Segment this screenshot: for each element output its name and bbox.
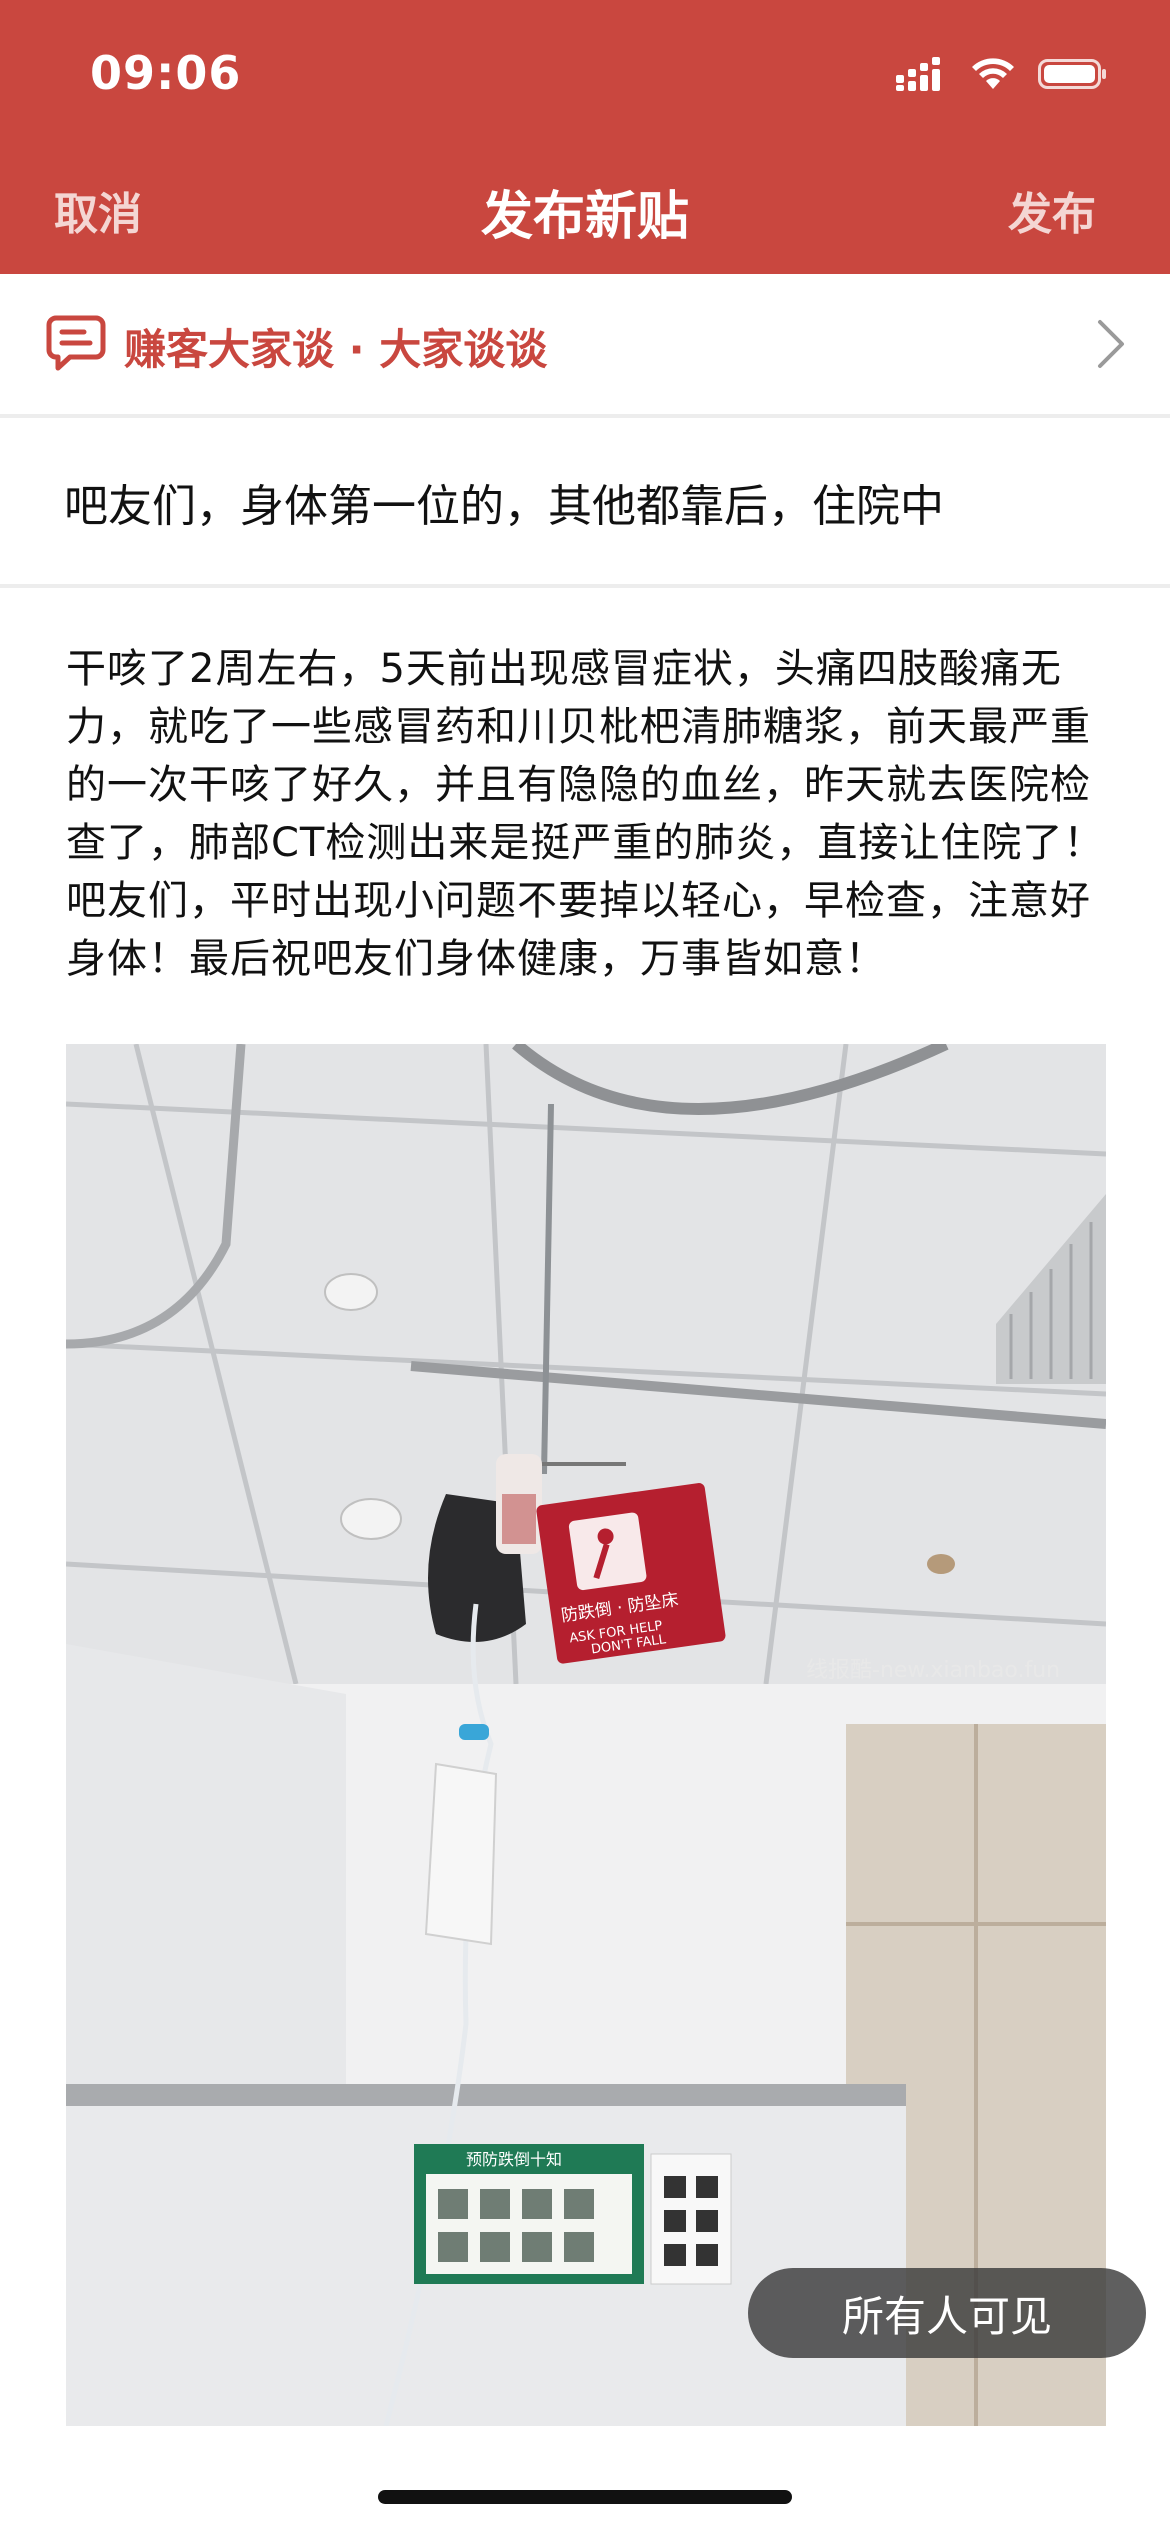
chat-bubble-icon	[46, 315, 106, 371]
status-icons	[896, 54, 1108, 94]
header: 09:06 取消 发布新贴 发布	[0, 0, 1170, 274]
cellular-signal-icon	[896, 57, 940, 91]
post-title-text: 吧友们，身体第一位的，其他都靠后，住院中	[64, 481, 944, 532]
forum-label: 赚客大家谈 · 大家谈谈	[124, 325, 548, 374]
forum-selector[interactable]: 赚客大家谈 · 大家谈谈	[0, 274, 1170, 418]
post-title-field[interactable]: 吧友们，身体第一位的，其他都靠后，住院中	[0, 418, 1170, 588]
wifi-icon	[972, 58, 1014, 89]
chevron-right-icon	[1098, 320, 1124, 368]
post-body-text[interactable]: 干咳了2周左右，5天前出现感冒症状，头痛四肢酸痛无力，就吃了一些感冒药和川贝枇杷…	[66, 640, 1106, 988]
status-bar: 09:06	[0, 0, 1170, 150]
home-indicator[interactable]	[378, 2490, 792, 2504]
hospital-ceiling-photo: 防跌倒 · 防坠床 ASK FOR HELP DON'T FALL 预防跌倒十知	[66, 1044, 1106, 2426]
poster-title: 预防跌倒十知	[466, 2150, 562, 2169]
watermark: 线报酷-new.xianbao.fun	[806, 1658, 1061, 1683]
visibility-button[interactable]: 所有人可见	[748, 2268, 1146, 2358]
publish-button[interactable]: 发布	[1008, 178, 1096, 242]
battery-icon	[1038, 59, 1106, 89]
nav-bar: 取消 发布新贴 发布	[0, 150, 1170, 274]
page-title: 发布新贴	[480, 187, 689, 247]
status-time: 09:06	[90, 46, 242, 100]
attached-photo[interactable]: 防跌倒 · 防坠床 ASK FOR HELP DON'T FALL 预防跌倒十知…	[66, 1044, 1106, 2426]
